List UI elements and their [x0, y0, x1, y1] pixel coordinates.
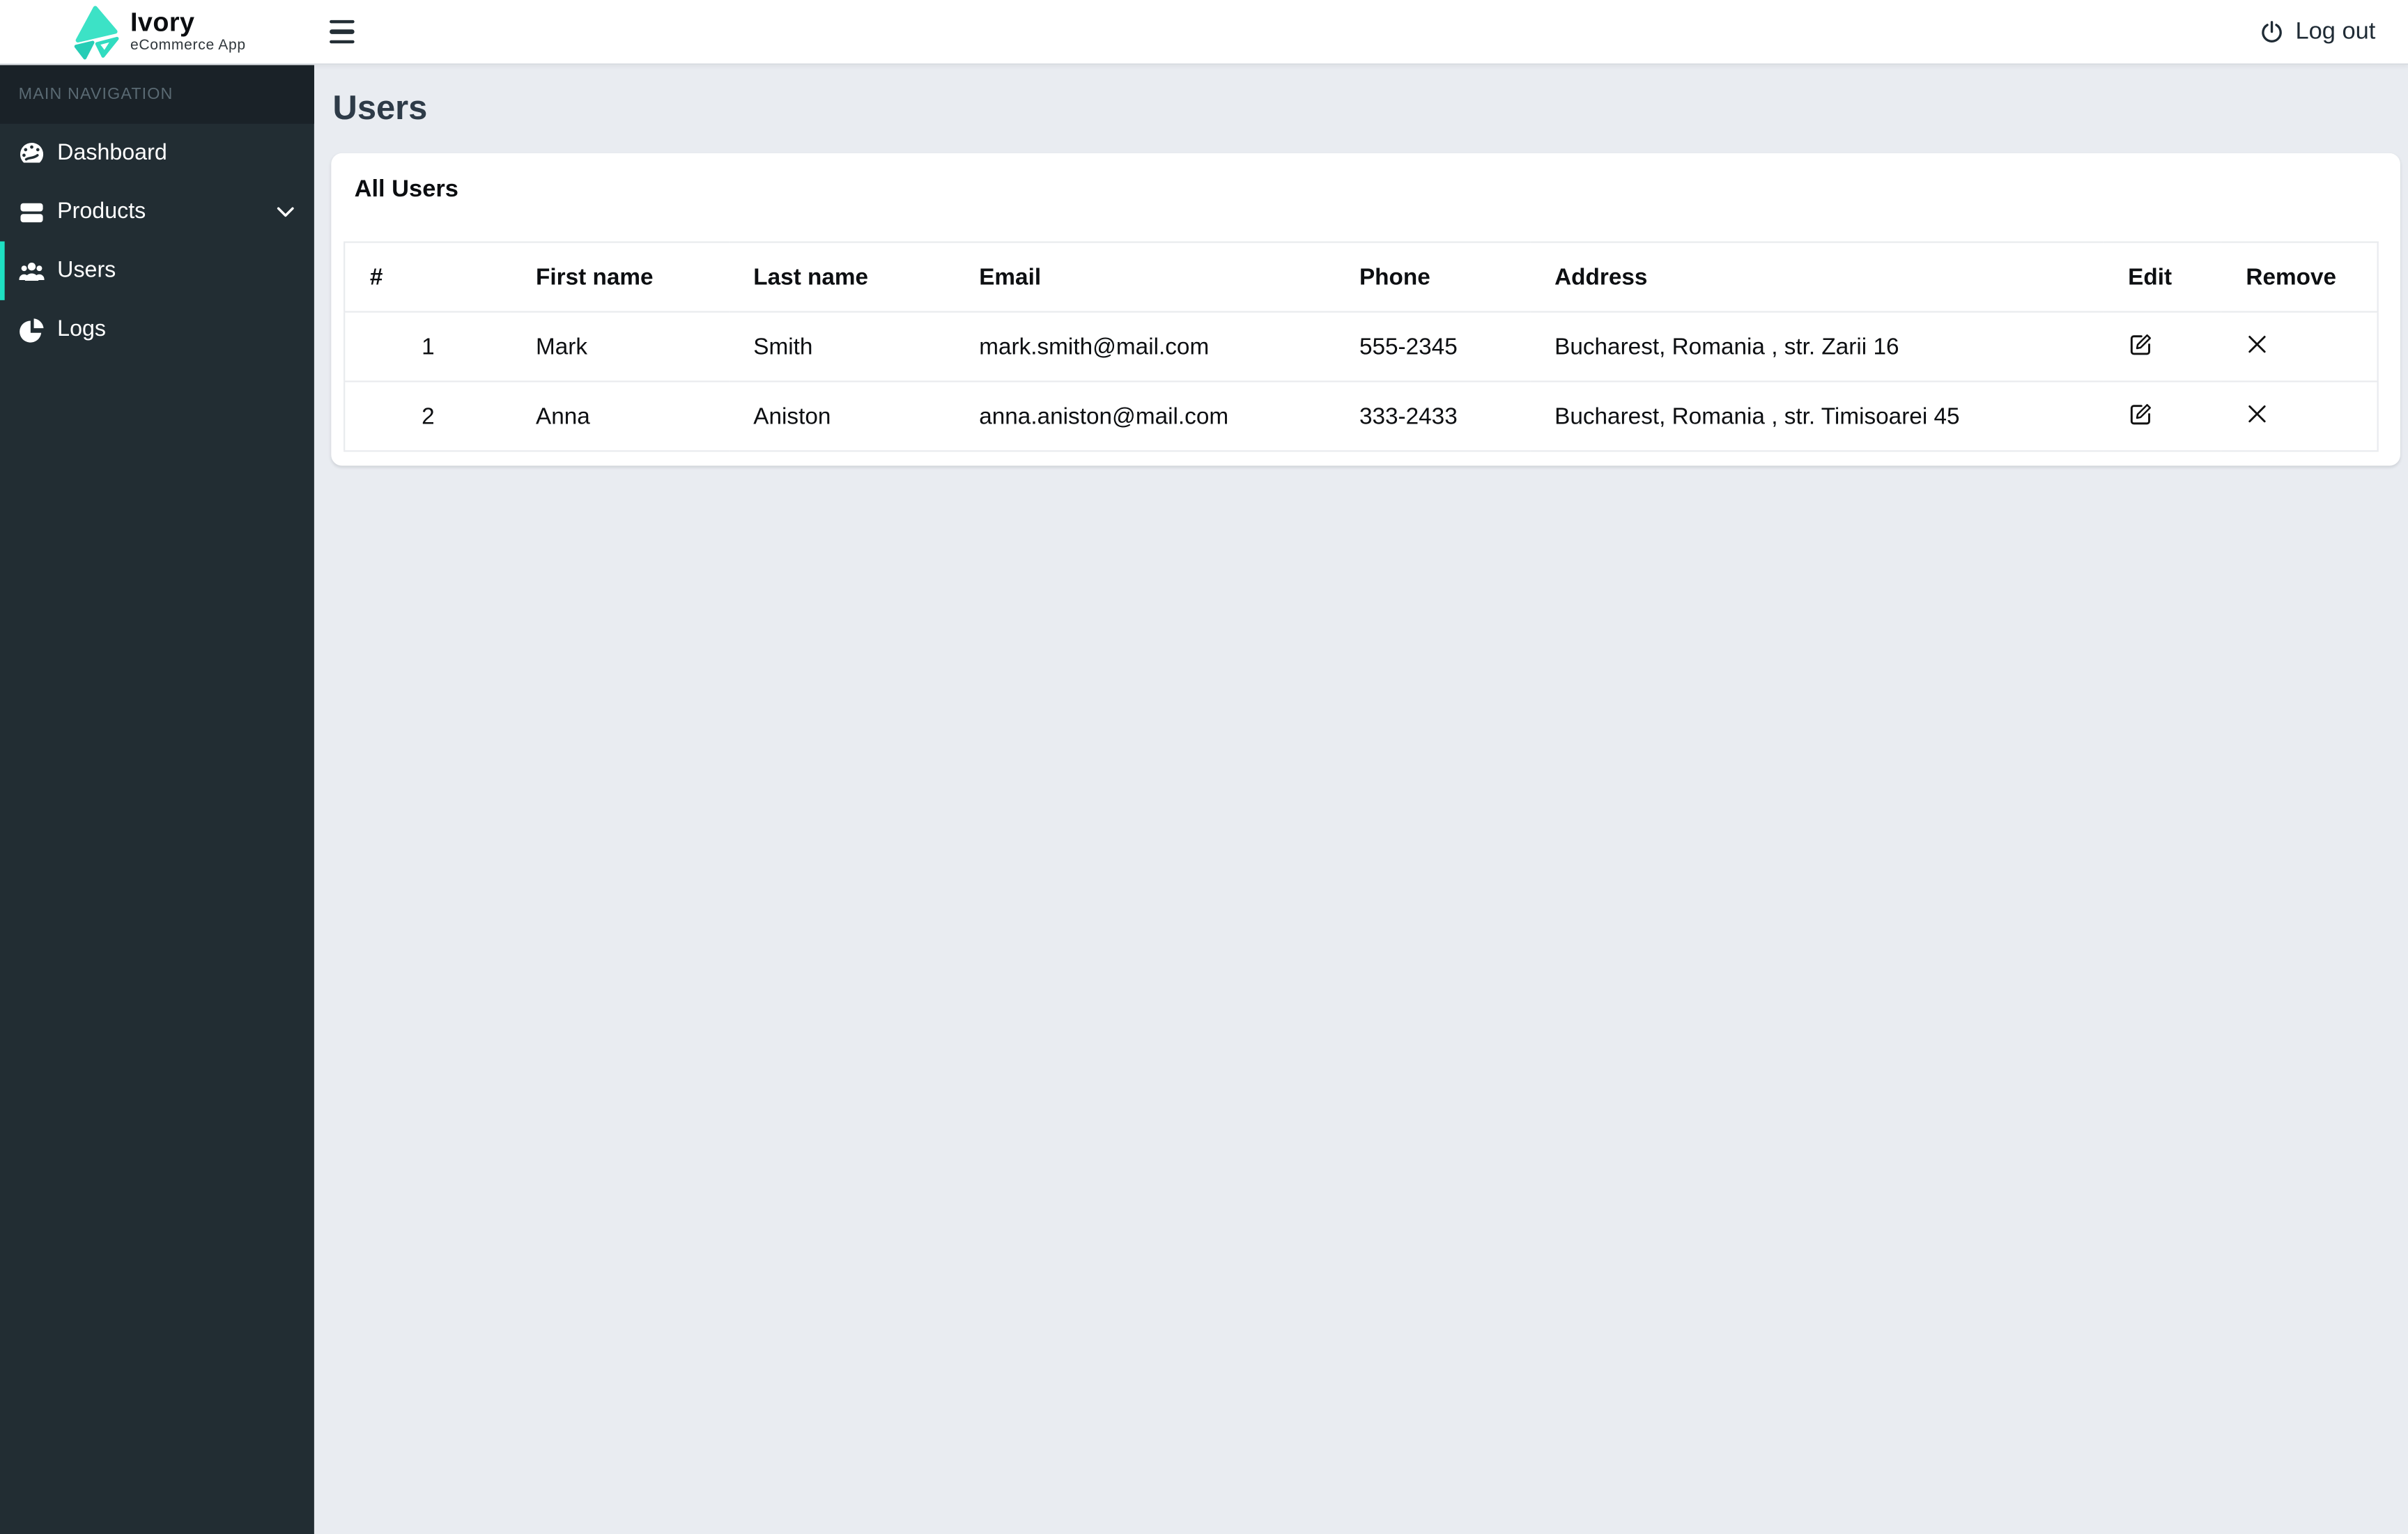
hamburger-icon — [330, 20, 355, 24]
brand-text: Ivory eCommerce App — [130, 10, 246, 54]
column-header-email: Email — [954, 242, 1335, 313]
all-users-card: All Users # First name Last name Email P… — [331, 153, 2400, 466]
chevron-down-icon — [277, 207, 294, 218]
column-header-address: Address — [1529, 242, 2104, 313]
edit-user-button[interactable] — [2128, 331, 2154, 357]
table-row: 1 Mark Smith mark.smith@mail.com 555-234… — [344, 311, 2378, 382]
column-header-num: # — [344, 242, 511, 313]
sidebar-item-products[interactable]: Products — [0, 183, 314, 241]
edit-pencil-square-icon — [2129, 402, 2152, 425]
cell-last-name: Aniston — [728, 381, 955, 452]
logout-button[interactable]: Log out — [2260, 18, 2375, 46]
sidebar-item-dashboard[interactable]: Dashboard — [0, 124, 314, 183]
cell-last-name: Smith — [728, 311, 955, 382]
brand-tagline: eCommerce App — [130, 37, 246, 55]
cell-first-name: Mark — [511, 311, 729, 382]
cell-address: Bucharest, Romania , str. Zarii 16 — [1529, 311, 2104, 382]
top-bar: Ivory eCommerce App Log out — [0, 0, 2408, 65]
cell-address: Bucharest, Romania , str. Timisoarei 45 — [1529, 381, 2104, 452]
edit-pencil-square-icon — [2129, 333, 2152, 356]
column-header-first-name: First name — [511, 242, 729, 313]
column-header-edit: Edit — [2103, 242, 2221, 313]
cell-num: 2 — [344, 381, 511, 452]
table-header-row: # First name Last name Email Phone Addre… — [344, 242, 2378, 313]
remove-user-button[interactable] — [2246, 402, 2269, 425]
brand-name: Ivory — [130, 8, 195, 38]
sidebar-item-logs[interactable]: Logs — [0, 300, 314, 359]
users-group-icon — [19, 258, 45, 284]
sidebar: MAIN NAVIGATION Dashboard Products Users… — [0, 65, 314, 1534]
column-header-phone: Phone — [1334, 242, 1530, 313]
pie-chart-icon — [19, 316, 45, 343]
users-table: # First name Last name Email Phone Addre… — [344, 241, 2379, 452]
sidebar-item-label: Dashboard — [57, 141, 167, 166]
sidebar-item-users[interactable]: Users — [0, 241, 314, 300]
table-row: 2 Anna Aniston anna.aniston@mail.com 333… — [344, 381, 2378, 452]
cell-num: 1 — [344, 311, 511, 382]
brand-logo-icon — [68, 4, 121, 60]
cell-phone: 555-2345 — [1334, 311, 1530, 382]
main-content: Users All Users # First name Last name E… — [314, 65, 2408, 1534]
sidebar-toggle-button[interactable] — [330, 10, 373, 53]
cell-email: anna.aniston@mail.com — [954, 381, 1335, 452]
logout-label: Log out — [2295, 17, 2376, 45]
column-header-remove: Remove — [2221, 242, 2378, 313]
page-title: Users — [332, 88, 428, 127]
cell-phone: 333-2433 — [1334, 381, 1530, 452]
cell-first-name: Anna — [511, 381, 729, 452]
power-icon — [2260, 20, 2285, 45]
sidebar-item-label: Products — [57, 199, 146, 225]
app-window: Ivory eCommerce App Log out MAIN NAVIGAT… — [0, 0, 2408, 1534]
products-stack-icon — [19, 199, 45, 225]
brand[interactable]: Ivory eCommerce App — [0, 0, 314, 64]
speedometer-icon — [19, 140, 45, 166]
card-title: All Users — [354, 176, 458, 203]
remove-x-icon — [2248, 334, 2268, 355]
sidebar-item-label: Users — [57, 258, 116, 284]
remove-x-icon — [2248, 404, 2268, 424]
remove-user-button[interactable] — [2246, 333, 2269, 356]
column-header-last-name: Last name — [728, 242, 955, 313]
sidebar-section-label: MAIN NAVIGATION — [0, 65, 314, 124]
sidebar-item-label: Logs — [57, 317, 107, 342]
cell-email: mark.smith@mail.com — [954, 311, 1335, 382]
edit-user-button[interactable] — [2128, 401, 2154, 427]
